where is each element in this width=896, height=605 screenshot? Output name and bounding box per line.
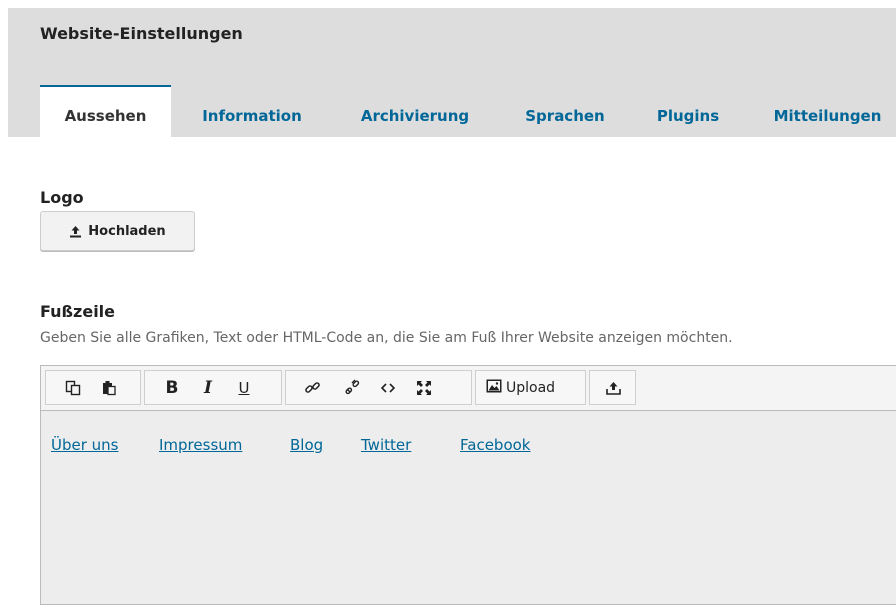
fullscreen-icon[interactable] [406, 371, 442, 404]
logo-label: Logo [40, 188, 84, 207]
footer-label: Fußzeile [40, 302, 116, 321]
code-icon[interactable] [370, 371, 406, 404]
unlink-icon[interactable] [334, 371, 370, 404]
italic-icon[interactable]: I [190, 371, 226, 404]
format-group: B I U [144, 370, 282, 405]
tab-mitteilungen[interactable]: Mitteilungen [765, 85, 890, 137]
tab-aussehen[interactable]: Aussehen [40, 85, 171, 137]
footer-link-blog[interactable]: Blog [290, 436, 323, 454]
insert-group [285, 370, 472, 405]
image-upload-button[interactable]: Upload [476, 371, 563, 404]
footer-link-twitter[interactable]: Twitter [361, 436, 411, 454]
footer-link-impressum[interactable]: Impressum [159, 436, 242, 454]
upload-icon [69, 225, 82, 238]
file-upload-icon[interactable] [595, 371, 631, 404]
logo-upload-label: Hochladen [88, 223, 166, 239]
file-upload-group [589, 370, 636, 405]
clipboard-group [45, 370, 141, 405]
footer-description: Geben Sie alle Grafiken, Text oder HTML-… [40, 330, 733, 346]
tab-information[interactable]: Information [194, 85, 310, 137]
copy-icon[interactable] [55, 371, 91, 404]
image-upload-icon [486, 379, 502, 397]
image-upload-group: Upload [475, 370, 586, 405]
tab-sprachen[interactable]: Sprachen [519, 85, 611, 137]
tab-archivierung[interactable]: Archivierung [354, 85, 476, 137]
footer-link-facebook[interactable]: Facebook [460, 436, 530, 454]
page-header: Website-Einstellungen Aussehen Informati… [8, 8, 896, 137]
page-title: Website-Einstellungen [40, 24, 243, 43]
logo-upload-button[interactable]: Hochladen [40, 211, 195, 251]
underline-icon[interactable]: U [226, 371, 262, 404]
image-upload-label: Upload [506, 379, 556, 396]
tab-plugins[interactable]: Plugins [652, 85, 724, 137]
editor-toolbar: B I U Upload [41, 366, 896, 411]
bold-icon[interactable]: B [154, 371, 190, 404]
paste-icon[interactable] [91, 371, 127, 404]
footer-rich-text-editor: B I U Upload Über uns Impressum Blog Twi… [40, 365, 896, 605]
link-icon[interactable] [294, 371, 330, 404]
footer-link-ueber-uns[interactable]: Über uns [51, 436, 119, 454]
